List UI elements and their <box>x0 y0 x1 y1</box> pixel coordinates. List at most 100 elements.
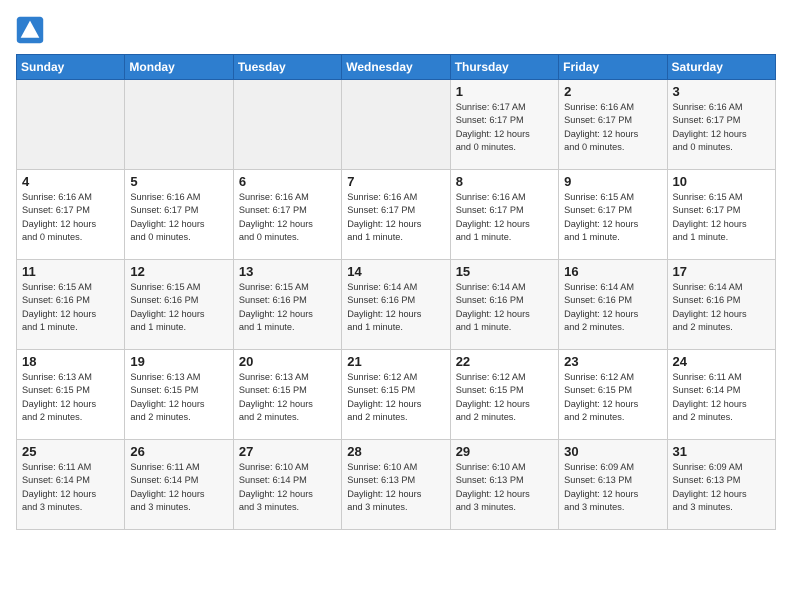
calendar-cell <box>17 80 125 170</box>
day-info: Sunrise: 6:16 AM Sunset: 6:17 PM Dayligh… <box>564 101 661 154</box>
day-info: Sunrise: 6:12 AM Sunset: 6:15 PM Dayligh… <box>564 371 661 424</box>
calendar-header-row: SundayMondayTuesdayWednesdayThursdayFrid… <box>17 55 776 80</box>
calendar-cell: 17 Sunrise: 6:14 AM Sunset: 6:16 PM Dayli… <box>667 260 775 350</box>
calendar-cell: 25 Sunrise: 6:11 AM Sunset: 6:14 PM Dayli… <box>17 440 125 530</box>
day-info: Sunrise: 6:13 AM Sunset: 6:15 PM Dayligh… <box>22 371 119 424</box>
calendar-cell: 27 Sunrise: 6:10 AM Sunset: 6:14 PM Dayli… <box>233 440 341 530</box>
day-number: 16 <box>564 264 661 279</box>
day-number: 8 <box>456 174 553 189</box>
calendar-cell: 19 Sunrise: 6:13 AM Sunset: 6:15 PM Dayli… <box>125 350 233 440</box>
day-info: Sunrise: 6:16 AM Sunset: 6:17 PM Dayligh… <box>239 191 336 244</box>
day-info: Sunrise: 6:13 AM Sunset: 6:15 PM Dayligh… <box>239 371 336 424</box>
calendar-cell: 20 Sunrise: 6:13 AM Sunset: 6:15 PM Dayli… <box>233 350 341 440</box>
day-info: Sunrise: 6:14 AM Sunset: 6:16 PM Dayligh… <box>564 281 661 334</box>
calendar-cell: 30 Sunrise: 6:09 AM Sunset: 6:13 PM Dayli… <box>559 440 667 530</box>
day-info: Sunrise: 6:15 AM Sunset: 6:17 PM Dayligh… <box>564 191 661 244</box>
day-number: 21 <box>347 354 444 369</box>
day-of-week-header: Wednesday <box>342 55 450 80</box>
page-header <box>16 16 776 44</box>
calendar-cell: 8 Sunrise: 6:16 AM Sunset: 6:17 PM Daylig… <box>450 170 558 260</box>
day-number: 17 <box>673 264 770 279</box>
day-info: Sunrise: 6:14 AM Sunset: 6:16 PM Dayligh… <box>347 281 444 334</box>
day-number: 7 <box>347 174 444 189</box>
calendar-cell: 21 Sunrise: 6:12 AM Sunset: 6:15 PM Dayli… <box>342 350 450 440</box>
day-info: Sunrise: 6:09 AM Sunset: 6:13 PM Dayligh… <box>564 461 661 514</box>
day-number: 22 <box>456 354 553 369</box>
day-number: 9 <box>564 174 661 189</box>
day-number: 2 <box>564 84 661 99</box>
day-info: Sunrise: 6:15 AM Sunset: 6:16 PM Dayligh… <box>22 281 119 334</box>
day-number: 23 <box>564 354 661 369</box>
calendar-cell: 18 Sunrise: 6:13 AM Sunset: 6:15 PM Dayli… <box>17 350 125 440</box>
calendar-cell: 16 Sunrise: 6:14 AM Sunset: 6:16 PM Dayli… <box>559 260 667 350</box>
day-number: 29 <box>456 444 553 459</box>
day-of-week-header: Monday <box>125 55 233 80</box>
day-number: 4 <box>22 174 119 189</box>
day-number: 25 <box>22 444 119 459</box>
calendar-week-row: 18 Sunrise: 6:13 AM Sunset: 6:15 PM Dayli… <box>17 350 776 440</box>
day-of-week-header: Sunday <box>17 55 125 80</box>
calendar-week-row: 1 Sunrise: 6:17 AM Sunset: 6:17 PM Daylig… <box>17 80 776 170</box>
day-number: 13 <box>239 264 336 279</box>
calendar-cell: 12Sunrise: 6:15 AM Sunset: 6:16 PM Dayli… <box>125 260 233 350</box>
logo <box>16 16 48 44</box>
day-info: Sunrise: 6:15 AM Sunset: 6:17 PM Dayligh… <box>673 191 770 244</box>
calendar-cell: 2 Sunrise: 6:16 AM Sunset: 6:17 PM Daylig… <box>559 80 667 170</box>
day-number: 30 <box>564 444 661 459</box>
day-number: 24 <box>673 354 770 369</box>
day-info: Sunrise: 6:17 AM Sunset: 6:17 PM Dayligh… <box>456 101 553 154</box>
calendar-cell: 3 Sunrise: 6:16 AM Sunset: 6:17 PM Daylig… <box>667 80 775 170</box>
day-info: Sunrise: 6:15 AM Sunset: 6:16 PM Dayligh… <box>239 281 336 334</box>
day-info: Sunrise: 6:16 AM Sunset: 6:17 PM Dayligh… <box>22 191 119 244</box>
day-number: 1 <box>456 84 553 99</box>
calendar-cell: 31Sunrise: 6:09 AM Sunset: 6:13 PM Dayli… <box>667 440 775 530</box>
calendar-cell: 7 Sunrise: 6:16 AM Sunset: 6:17 PM Daylig… <box>342 170 450 260</box>
day-number: 20 <box>239 354 336 369</box>
day-info: Sunrise: 6:11 AM Sunset: 6:14 PM Dayligh… <box>673 371 770 424</box>
calendar-cell <box>233 80 341 170</box>
calendar-cell <box>342 80 450 170</box>
day-info: Sunrise: 6:10 AM Sunset: 6:14 PM Dayligh… <box>239 461 336 514</box>
logo-icon <box>16 16 44 44</box>
day-number: 11 <box>22 264 119 279</box>
day-number: 15 <box>456 264 553 279</box>
day-info: Sunrise: 6:13 AM Sunset: 6:15 PM Dayligh… <box>130 371 227 424</box>
day-of-week-header: Tuesday <box>233 55 341 80</box>
day-info: Sunrise: 6:11 AM Sunset: 6:14 PM Dayligh… <box>22 461 119 514</box>
day-info: Sunrise: 6:10 AM Sunset: 6:13 PM Dayligh… <box>456 461 553 514</box>
calendar-cell: 1 Sunrise: 6:17 AM Sunset: 6:17 PM Daylig… <box>450 80 558 170</box>
day-number: 12 <box>130 264 227 279</box>
day-number: 19 <box>130 354 227 369</box>
day-number: 27 <box>239 444 336 459</box>
calendar-cell: 6 Sunrise: 6:16 AM Sunset: 6:17 PM Daylig… <box>233 170 341 260</box>
day-info: Sunrise: 6:10 AM Sunset: 6:13 PM Dayligh… <box>347 461 444 514</box>
calendar-cell: 13 Sunrise: 6:15 AM Sunset: 6:16 PM Dayli… <box>233 260 341 350</box>
day-info: Sunrise: 6:14 AM Sunset: 6:16 PM Dayligh… <box>673 281 770 334</box>
calendar-cell: 24 Sunrise: 6:11 AM Sunset: 6:14 PM Dayli… <box>667 350 775 440</box>
day-info: Sunrise: 6:16 AM Sunset: 6:17 PM Dayligh… <box>130 191 227 244</box>
day-number: 18 <box>22 354 119 369</box>
day-info: Sunrise: 6:16 AM Sunset: 6:17 PM Dayligh… <box>673 101 770 154</box>
calendar-week-row: 4 Sunrise: 6:16 AM Sunset: 6:17 PM Daylig… <box>17 170 776 260</box>
day-info: Sunrise: 6:16 AM Sunset: 6:17 PM Dayligh… <box>456 191 553 244</box>
day-info: Sunrise: 6:16 AM Sunset: 6:17 PM Dayligh… <box>347 191 444 244</box>
calendar-cell <box>125 80 233 170</box>
day-number: 26 <box>130 444 227 459</box>
calendar-cell: 29 Sunrise: 6:10 AM Sunset: 6:13 PM Dayli… <box>450 440 558 530</box>
day-number: 10 <box>673 174 770 189</box>
day-info: Sunrise: 6:12 AM Sunset: 6:15 PM Dayligh… <box>347 371 444 424</box>
calendar-cell: 9 Sunrise: 6:15 AM Sunset: 6:17 PM Daylig… <box>559 170 667 260</box>
calendar-cell: 22Sunrise: 6:12 AM Sunset: 6:15 PM Dayli… <box>450 350 558 440</box>
day-of-week-header: Thursday <box>450 55 558 80</box>
day-number: 6 <box>239 174 336 189</box>
day-number: 3 <box>673 84 770 99</box>
calendar-cell: 26 Sunrise: 6:11 AM Sunset: 6:14 PM Dayli… <box>125 440 233 530</box>
calendar-cell: 28Sunrise: 6:10 AM Sunset: 6:13 PM Dayli… <box>342 440 450 530</box>
calendar-week-row: 25 Sunrise: 6:11 AM Sunset: 6:14 PM Dayli… <box>17 440 776 530</box>
calendar-week-row: 11 Sunrise: 6:15 AM Sunset: 6:16 PM Dayli… <box>17 260 776 350</box>
calendar-table: SundayMondayTuesdayWednesdayThursdayFrid… <box>16 54 776 530</box>
day-info: Sunrise: 6:11 AM Sunset: 6:14 PM Dayligh… <box>130 461 227 514</box>
calendar-cell: 23 Sunrise: 6:12 AM Sunset: 6:15 PM Dayli… <box>559 350 667 440</box>
calendar-cell: 10 Sunrise: 6:15 AM Sunset: 6:17 PM Dayli… <box>667 170 775 260</box>
day-of-week-header: Saturday <box>667 55 775 80</box>
